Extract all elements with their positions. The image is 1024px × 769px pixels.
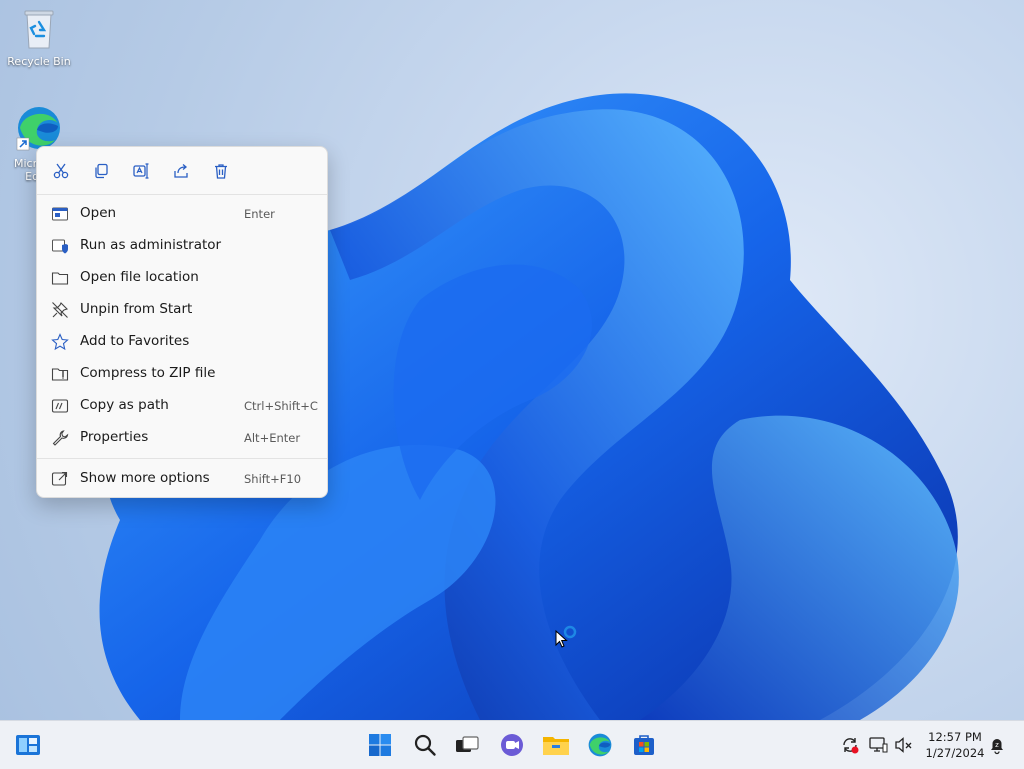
copy-icon [95,163,108,179]
recycle-bin-icon [24,10,54,49]
rename-button[interactable] [127,157,155,185]
menu-item-run-as-administrator[interactable]: Run as administrator [41,231,323,261]
share-icon [174,164,188,178]
taskbar-clock[interactable]: 12:57 PM 1/27/2024 [922,729,988,761]
desktop-icon-label: Recycle Bin [7,55,71,68]
update-status-tray-button[interactable] [838,731,862,759]
menu-separator [37,194,327,195]
widgets-icon [16,735,40,755]
unpin-icon [52,302,69,318]
teams-chat-button[interactable] [498,731,526,759]
menu-separator [37,458,327,459]
task-view-button[interactable] [453,731,481,759]
copy-button[interactable] [87,157,115,185]
menu-item-show-more-options[interactable]: Show more options Shift+F10 [41,464,323,494]
cut-icon [53,163,69,179]
microsoft-store-icon [634,735,654,755]
menu-item-open[interactable]: Open Enter [41,199,323,229]
search-button[interactable] [411,731,439,759]
volume-tray-button[interactable] [892,731,916,759]
notification-center-icon: z [991,739,1003,755]
menu-item-open-file-location[interactable]: Open file location [41,263,323,293]
network-icon [869,737,888,753]
task-view-icon [456,736,479,752]
windows-logo-icon [369,734,391,756]
menu-item-unpin-from-start[interactable]: Unpin from Start [41,295,323,325]
microsoft-store-button[interactable] [630,731,658,759]
delete-icon [215,164,227,179]
volume-muted-icon [895,737,912,753]
cut-button[interactable] [47,157,75,185]
menu-item-properties[interactable]: Properties Alt+Enter [41,423,323,453]
svg-text:z: z [995,741,999,749]
mouse-cursor [555,625,577,648]
share-button[interactable] [167,157,195,185]
widgets-button[interactable] [14,731,42,759]
rename-icon [133,163,149,179]
update-sync-icon [843,738,859,754]
menu-item-add-to-favorites[interactable]: Add to Favorites [41,327,323,357]
edge-icon [16,107,60,151]
open-window-icon [52,207,68,221]
star-icon [51,333,69,351]
menu-item-compress-to-zip[interactable]: Compress to ZIP file [41,359,323,389]
context-menu-toolbar [37,147,327,193]
taskbar: 12:57 PM 1/27/2024 z [0,720,1024,769]
context-menu: Open Enter Run as administrator Open fil… [36,146,328,498]
wrench-icon [52,430,69,446]
clock-date: 1/27/2024 [925,746,985,760]
edge-taskbar-button[interactable] [586,731,614,759]
search-icon [414,734,436,756]
folder-icon [51,272,69,285]
clock-time: 12:57 PM [928,730,982,744]
external-open-icon [51,471,68,486]
admin-shield-icon [52,239,68,254]
copy-path-icon [51,399,69,413]
desktop-icon-recycle-bin[interactable]: Recycle Bin [3,8,75,68]
edge-icon [588,733,612,757]
teams-chat-icon [501,734,523,756]
zip-folder-icon [51,368,69,381]
start-button[interactable] [366,731,394,759]
menu-item-copy-as-path[interactable]: Copy as path Ctrl+Shift+C [41,391,323,421]
network-tray-button[interactable] [866,731,890,759]
file-explorer-icon [543,737,569,755]
file-explorer-button[interactable] [542,731,570,759]
notifications-button[interactable]: z [986,731,1008,759]
delete-button[interactable] [207,157,235,185]
